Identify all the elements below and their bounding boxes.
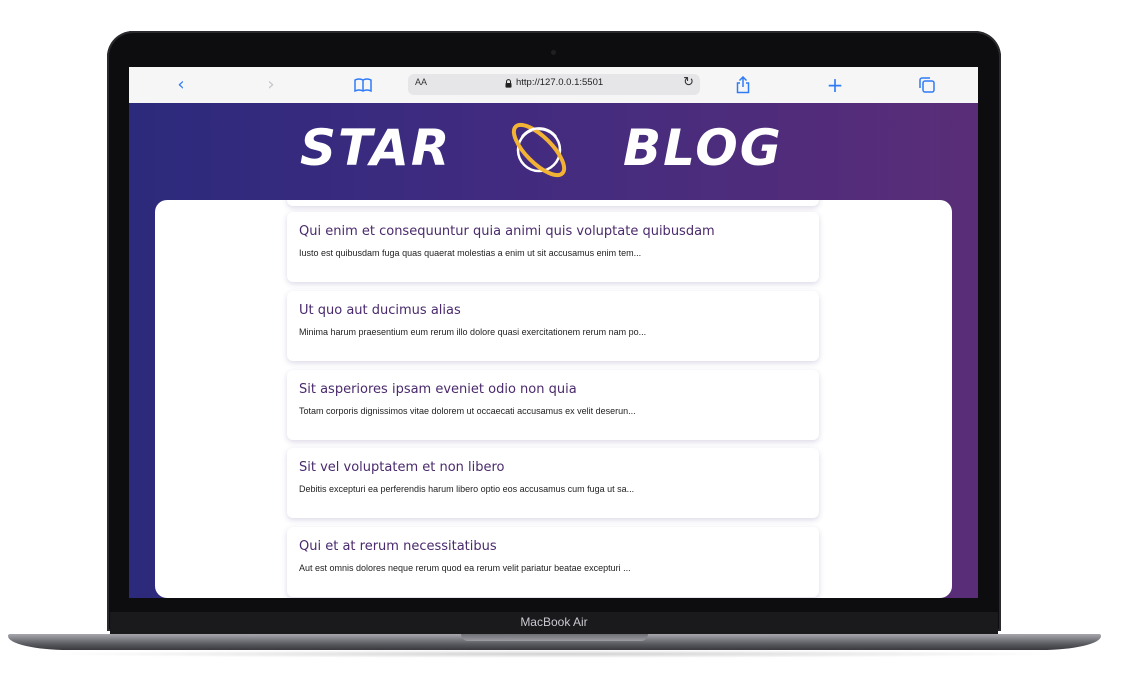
post-card[interactable] [287,200,819,206]
back-chevron-icon[interactable]: ‹ [167,73,195,97]
post-title[interactable]: Ut quo aut ducimus alias [299,303,461,318]
post-excerpt: Debitis excepturi ea perferendis harum l… [299,484,635,494]
base-notch [461,634,648,641]
post-excerpt: Minima harum praesentium eum rerum illo … [299,327,647,337]
webcam [551,50,556,55]
forward-chevron-icon[interactable]: › [257,73,285,97]
bookmarks-book-icon[interactable] [349,73,377,97]
post-excerpt: Totam corporis dignissimos vitae dolorem… [299,406,636,416]
share-icon[interactable] [729,73,757,97]
browser-toolbar: ‹ › AA http://127.0.0.1:5501 ↻ + [129,67,978,104]
reload-icon[interactable]: ↻ [683,75,694,90]
post-title[interactable]: Qui et at rerum necessitatibus [299,539,497,554]
post-excerpt: Aut est omnis dolores neque rerum quod e… [299,563,631,573]
blog-page: STAR BLOG Qui enim et consequuntur quia … [129,103,978,598]
address-bar[interactable]: AA http://127.0.0.1:5501 ↻ [408,74,700,95]
post-card[interactable]: Sit asperiores ipsam eveniet odio non qu… [287,370,819,440]
base-shadow [40,650,1070,658]
tabs-icon[interactable] [913,73,941,97]
planet-icon [511,122,567,178]
post-excerpt: Iusto est quibusdam fuga quas quaerat mo… [299,248,642,258]
post-card[interactable]: Qui et at rerum necessitatibus Aut est o… [287,527,819,597]
site-logo[interactable]: STAR BLOG [129,111,978,181]
post-card[interactable]: Sit vel voluptatem et non libero Debitis… [287,448,819,518]
url-text: http://127.0.0.1:5501 [516,77,604,88]
text-size-button[interactable]: AA [415,77,427,87]
post-title[interactable]: Sit vel voluptatem et non libero [299,460,505,475]
post-card[interactable]: Qui enim et consequuntur quia animi quis… [287,212,819,282]
laptop-screen: ‹ › AA http://127.0.0.1:5501 ↻ + STAR BL… [129,67,978,598]
post-title[interactable]: Qui enim et consequuntur quia animi quis… [299,224,715,239]
lock-icon [505,79,512,88]
logo-text-star: STAR [300,119,452,177]
posts-panel: Qui enim et consequuntur quia animi quis… [155,200,952,598]
post-title[interactable]: Sit asperiores ipsam eveniet odio non qu… [299,382,577,397]
logo-text-blog: BLOG [623,119,783,177]
plus-icon[interactable]: + [821,73,849,97]
post-card[interactable]: Ut quo aut ducimus alias Minima harum pr… [287,291,819,361]
model-label: MacBook Air [520,615,588,629]
